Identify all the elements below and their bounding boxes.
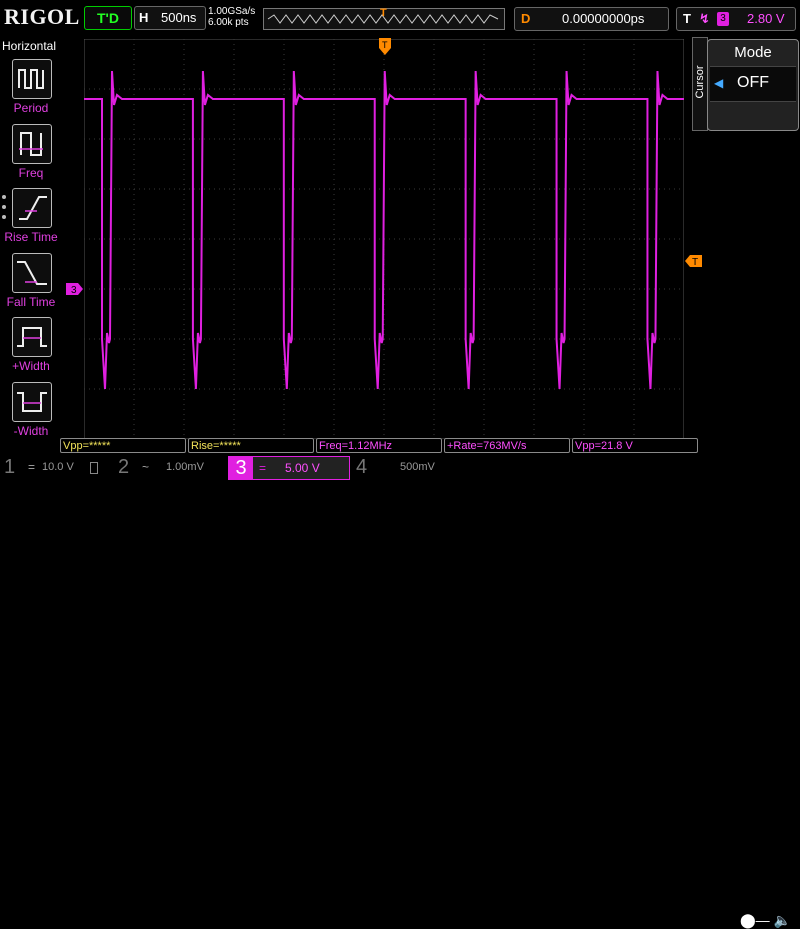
pos-width-icon: [12, 317, 52, 357]
usb-icon: ⬤— 🔈: [740, 912, 791, 928]
bandwidth-limit-icon: [90, 462, 98, 474]
channel-number: 2: [118, 456, 130, 478]
measurement-item[interactable]: Vpp=21.8 V: [572, 438, 698, 453]
memory-overview-window[interactable]: T: [263, 7, 505, 30]
dc-coupling-icon: =: [259, 461, 267, 475]
measurement-text: Rise=*****: [191, 440, 241, 452]
delay-label: D: [521, 11, 531, 26]
channel-scale: 500mV: [400, 461, 435, 473]
menu-item-fall-time[interactable]: Fall Time: [0, 253, 62, 313]
trigger-edge-icon: ↯: [699, 11, 710, 26]
measurement-item[interactable]: Freq=1.12MHz: [316, 438, 442, 453]
trigger-status-badge: T'D: [84, 6, 132, 30]
trigger-position-marker: T: [380, 7, 387, 19]
measurement-item[interactable]: +Rate=763MV/s: [444, 438, 570, 453]
cursor-mode-softkey[interactable]: Mode ◀ OFF: [707, 39, 799, 131]
menu-item-neg-width[interactable]: -Width: [0, 382, 62, 442]
channel-number: 3: [229, 457, 253, 479]
mode-value-box: ◀ OFF: [710, 66, 796, 102]
menu-item-label: -Width: [13, 424, 49, 438]
trigger-source: 3: [717, 12, 729, 26]
trigger-position-label: T: [382, 40, 388, 50]
neg-width-icon: [12, 382, 52, 422]
mode-label: Mode: [734, 44, 772, 61]
menu-item-label: Period: [13, 101, 49, 115]
channel-1-box[interactable]: 1 = 10.0 V: [0, 456, 110, 478]
menu-item-pos-width[interactable]: +Width: [0, 317, 62, 377]
horizontal-label: H: [139, 10, 149, 25]
channel-scale: 5.00 V: [285, 461, 320, 475]
menu-item-label: Freq: [18, 166, 44, 180]
measurement-text: Freq=1.12MHz: [319, 440, 393, 452]
mode-value: OFF: [737, 74, 769, 91]
menu-item-period[interactable]: Period: [0, 59, 62, 119]
channel-bar: 1 = 10.0 V 2 ~ 1.00mV 3 = 5.00 V 4 500mV…: [0, 454, 800, 928]
channel-scale: 1.00mV: [166, 461, 204, 473]
delay-box[interactable]: D 0.00000000ps: [514, 7, 669, 31]
channel-4-box[interactable]: 4 500mV: [352, 456, 462, 478]
menu-item-label: Rise Time: [4, 230, 58, 244]
channel-number: 4: [356, 456, 368, 478]
measurement-text: +Rate=763MV/s: [447, 440, 527, 452]
trigger-position-arrow[interactable]: T: [378, 38, 392, 56]
channel-2-box[interactable]: 2 ~ 1.00mV: [114, 456, 224, 478]
menu-item-label: +Width: [12, 359, 50, 373]
cursor-tab-label: Cursor: [694, 65, 706, 99]
acquisition-info: 1.00GSa/s 6.00k pts: [208, 6, 255, 28]
measurement-text: Vpp=21.8 V: [575, 440, 633, 452]
horizontal-measure-menu: Horizontal Period Freq Rise Time Fall Ti…: [0, 37, 62, 438]
period-icon: [12, 59, 52, 99]
measurement-text: Vpp=*****: [63, 440, 111, 452]
trigger-box[interactable]: T ↯ 3 2.80 V: [676, 7, 796, 31]
top-status-bar: RIGOL T'D H 500ns 1.00GSa/s 6.00k pts T …: [0, 0, 800, 36]
fall-time-icon: [12, 253, 52, 293]
waveform-display[interactable]: [84, 39, 684, 439]
trigger-label: T: [683, 11, 691, 26]
measurement-item[interactable]: Rise=*****: [188, 438, 314, 453]
channel-3-box[interactable]: 3 = 5.00 V: [228, 456, 350, 480]
menu-item-freq[interactable]: Freq: [0, 124, 62, 184]
ch3-offset-marker[interactable]: 3: [66, 282, 84, 296]
timebase-value: 500ns: [161, 10, 197, 25]
cursor-tab[interactable]: Cursor: [692, 37, 708, 131]
cursor-panel: Cursor Mode ◀ OFF: [692, 37, 800, 437]
menu-title: Horizontal: [2, 39, 57, 53]
trigger-level: 2.80 V: [747, 11, 785, 26]
dc-coupling-icon: =: [28, 460, 36, 474]
menu-item-rise-time[interactable]: Rise Time: [0, 188, 62, 248]
ac-coupling-icon: ~: [142, 460, 150, 474]
rise-time-icon: [12, 188, 52, 228]
delay-value: 0.00000000ps: [562, 11, 645, 26]
sample-rate: 1.00GSa/s: [208, 6, 256, 17]
ch3-marker-label: 3: [71, 285, 77, 296]
timebase-box[interactable]: H 500ns: [134, 6, 206, 30]
measurement-item[interactable]: Vpp=*****: [60, 438, 186, 453]
rigol-logo: RIGOL: [4, 4, 80, 30]
channel-number: 1: [4, 456, 16, 478]
logo-text: RIGOL: [4, 4, 80, 29]
freq-icon: [12, 124, 52, 164]
memory-depth: 6.00k pts: [208, 17, 249, 28]
channel-scale: 10.0 V: [42, 461, 74, 473]
menu-item-label: Fall Time: [6, 295, 56, 309]
